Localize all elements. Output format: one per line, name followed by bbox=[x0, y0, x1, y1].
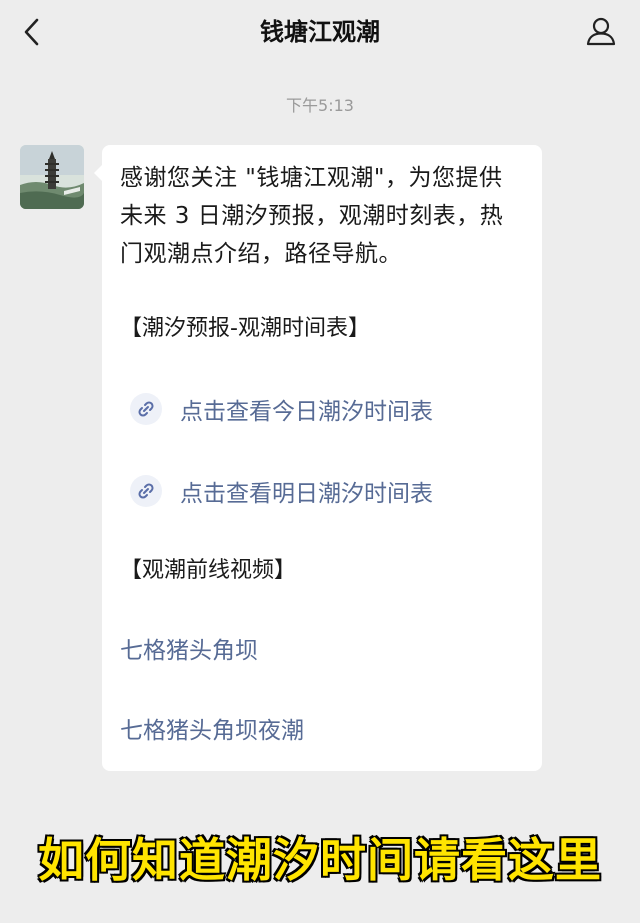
avatar[interactable] bbox=[20, 145, 84, 209]
video-link-qige-zhutoujiaoba[interactable]: 七格猪头角坝 bbox=[120, 635, 524, 667]
overlay-caption: 如何知道潮汐时间请看这里 bbox=[37, 832, 602, 888]
message-timestamp: 下午5:13 bbox=[286, 96, 354, 115]
top-navigation-bar: 钱塘江观潮 bbox=[0, 0, 640, 68]
chat-title: 钱塘江观潮 bbox=[260, 18, 380, 46]
pagoda-avatar-image bbox=[20, 145, 84, 209]
welcome-message-text: 感谢您关注 "钱塘江观潮"，为您提供未来 3 日潮汐预报，观潮时刻表，热门观潮点… bbox=[120, 165, 504, 267]
profile-button[interactable] bbox=[582, 12, 620, 50]
today-tide-link-label: 点击查看今日潮汐时间表 bbox=[180, 399, 433, 425]
tomorrow-tide-link[interactable]: 点击查看明日潮汐时间表 bbox=[120, 475, 524, 507]
tomorrow-tide-link-label: 点击查看明日潮汐时间表 bbox=[180, 481, 433, 507]
mini-program-link-icon bbox=[130, 393, 162, 425]
chat-screen: 钱塘江观潮 下午5:13 感谢您关注 "钱塘江观潮"，为您提供未来 3 日潮汐预… bbox=[0, 0, 640, 923]
message-bubble[interactable]: 感谢您关注 "钱塘江观潮"，为您提供未来 3 日潮汐预报，观潮时刻表，热门观潮点… bbox=[94, 145, 542, 771]
video-link-qige-zhutoujiaoba-night[interactable]: 七格猪头角坝夜潮 bbox=[120, 715, 524, 747]
mini-program-link-icon bbox=[130, 475, 162, 507]
forecast-section-title: 【潮汐预报-观潮时间表】 bbox=[120, 316, 370, 341]
person-icon bbox=[586, 17, 616, 46]
today-tide-link[interactable]: 点击查看今日潮汐时间表 bbox=[120, 393, 524, 425]
videos-section-title: 【观潮前线视频】 bbox=[120, 558, 297, 583]
